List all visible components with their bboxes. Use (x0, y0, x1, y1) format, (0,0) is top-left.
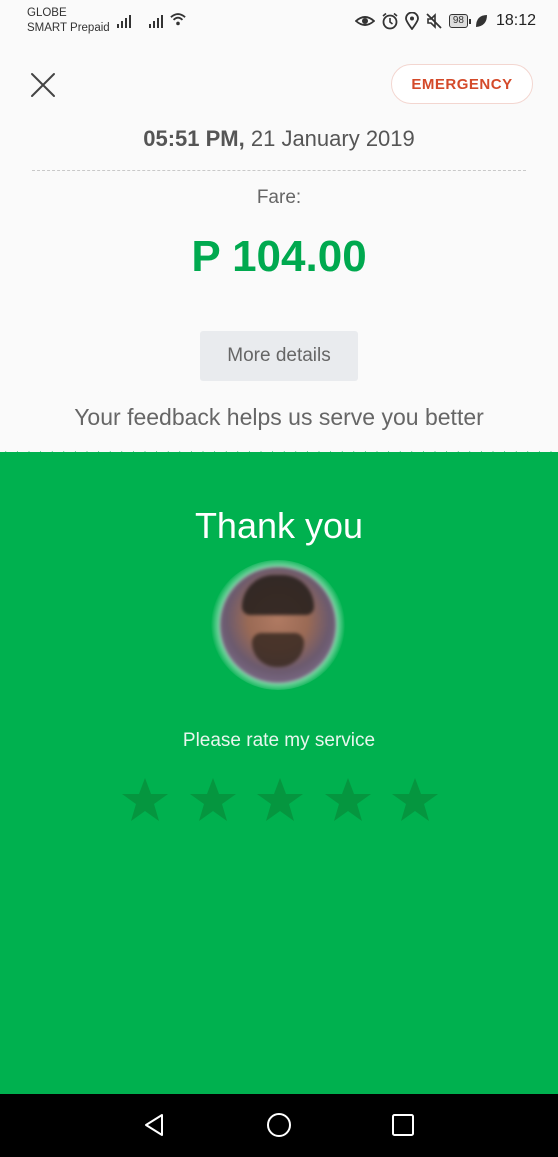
battery-icon: 98 (448, 14, 472, 28)
trip-datetime: 05:51 PM, 21 January 2019 (0, 126, 558, 152)
leaf-icon (475, 15, 487, 27)
rating-panel (0, 452, 558, 1094)
status-bar: GLOBE SMART Prepaid 98 18:12 (0, 0, 558, 44)
zigzag-edge (0, 451, 558, 462)
alarm-icon (382, 12, 398, 30)
close-icon (31, 73, 55, 97)
status-icons: 98 18:12 (354, 10, 536, 32)
star-rating[interactable] (120, 775, 440, 825)
signal-icon (117, 15, 131, 28)
recents-button[interactable] (388, 1110, 418, 1140)
carrier-1: GLOBE (27, 7, 67, 19)
trip-date: 21 January 2019 (250, 126, 415, 151)
carrier-2: SMART Prepaid (27, 22, 110, 34)
clock: 18:12 (495, 12, 536, 29)
fare-label: Fare: (256, 187, 302, 208)
location-icon (404, 12, 419, 30)
eye-icon (354, 16, 375, 26)
signal-icon (149, 15, 163, 28)
home-icon (267, 1113, 291, 1137)
carrier-names: GLOBE SMART Prepaid (27, 6, 110, 36)
close-button[interactable] (28, 70, 58, 100)
thank-you-heading: Thank you (194, 505, 364, 546)
driver-avatar (211, 560, 345, 690)
mute-icon (426, 13, 442, 29)
recents-icon (392, 1114, 414, 1136)
star-icon[interactable] (323, 775, 373, 825)
trip-time: 05:51 PM, (143, 126, 245, 151)
star-icon[interactable] (188, 775, 238, 825)
navigation-bar (0, 1094, 558, 1157)
wifi-icon (170, 13, 186, 26)
fare-amount: P 104.00 (191, 232, 367, 281)
back-button[interactable] (140, 1110, 170, 1140)
more-details-button[interactable]: More details (200, 331, 358, 381)
avatar (220, 567, 336, 683)
feedback-text: Your feedback helps us serve you better (74, 404, 484, 430)
dashed-divider (32, 170, 526, 171)
emergency-button[interactable]: EMERGENCY (391, 64, 533, 104)
star-icon[interactable] (255, 775, 305, 825)
back-icon (145, 1114, 163, 1136)
star-icon[interactable] (390, 775, 440, 825)
rate-prompt: Please rate my service (182, 730, 376, 751)
star-icon[interactable] (120, 775, 170, 825)
home-button[interactable] (264, 1110, 294, 1140)
